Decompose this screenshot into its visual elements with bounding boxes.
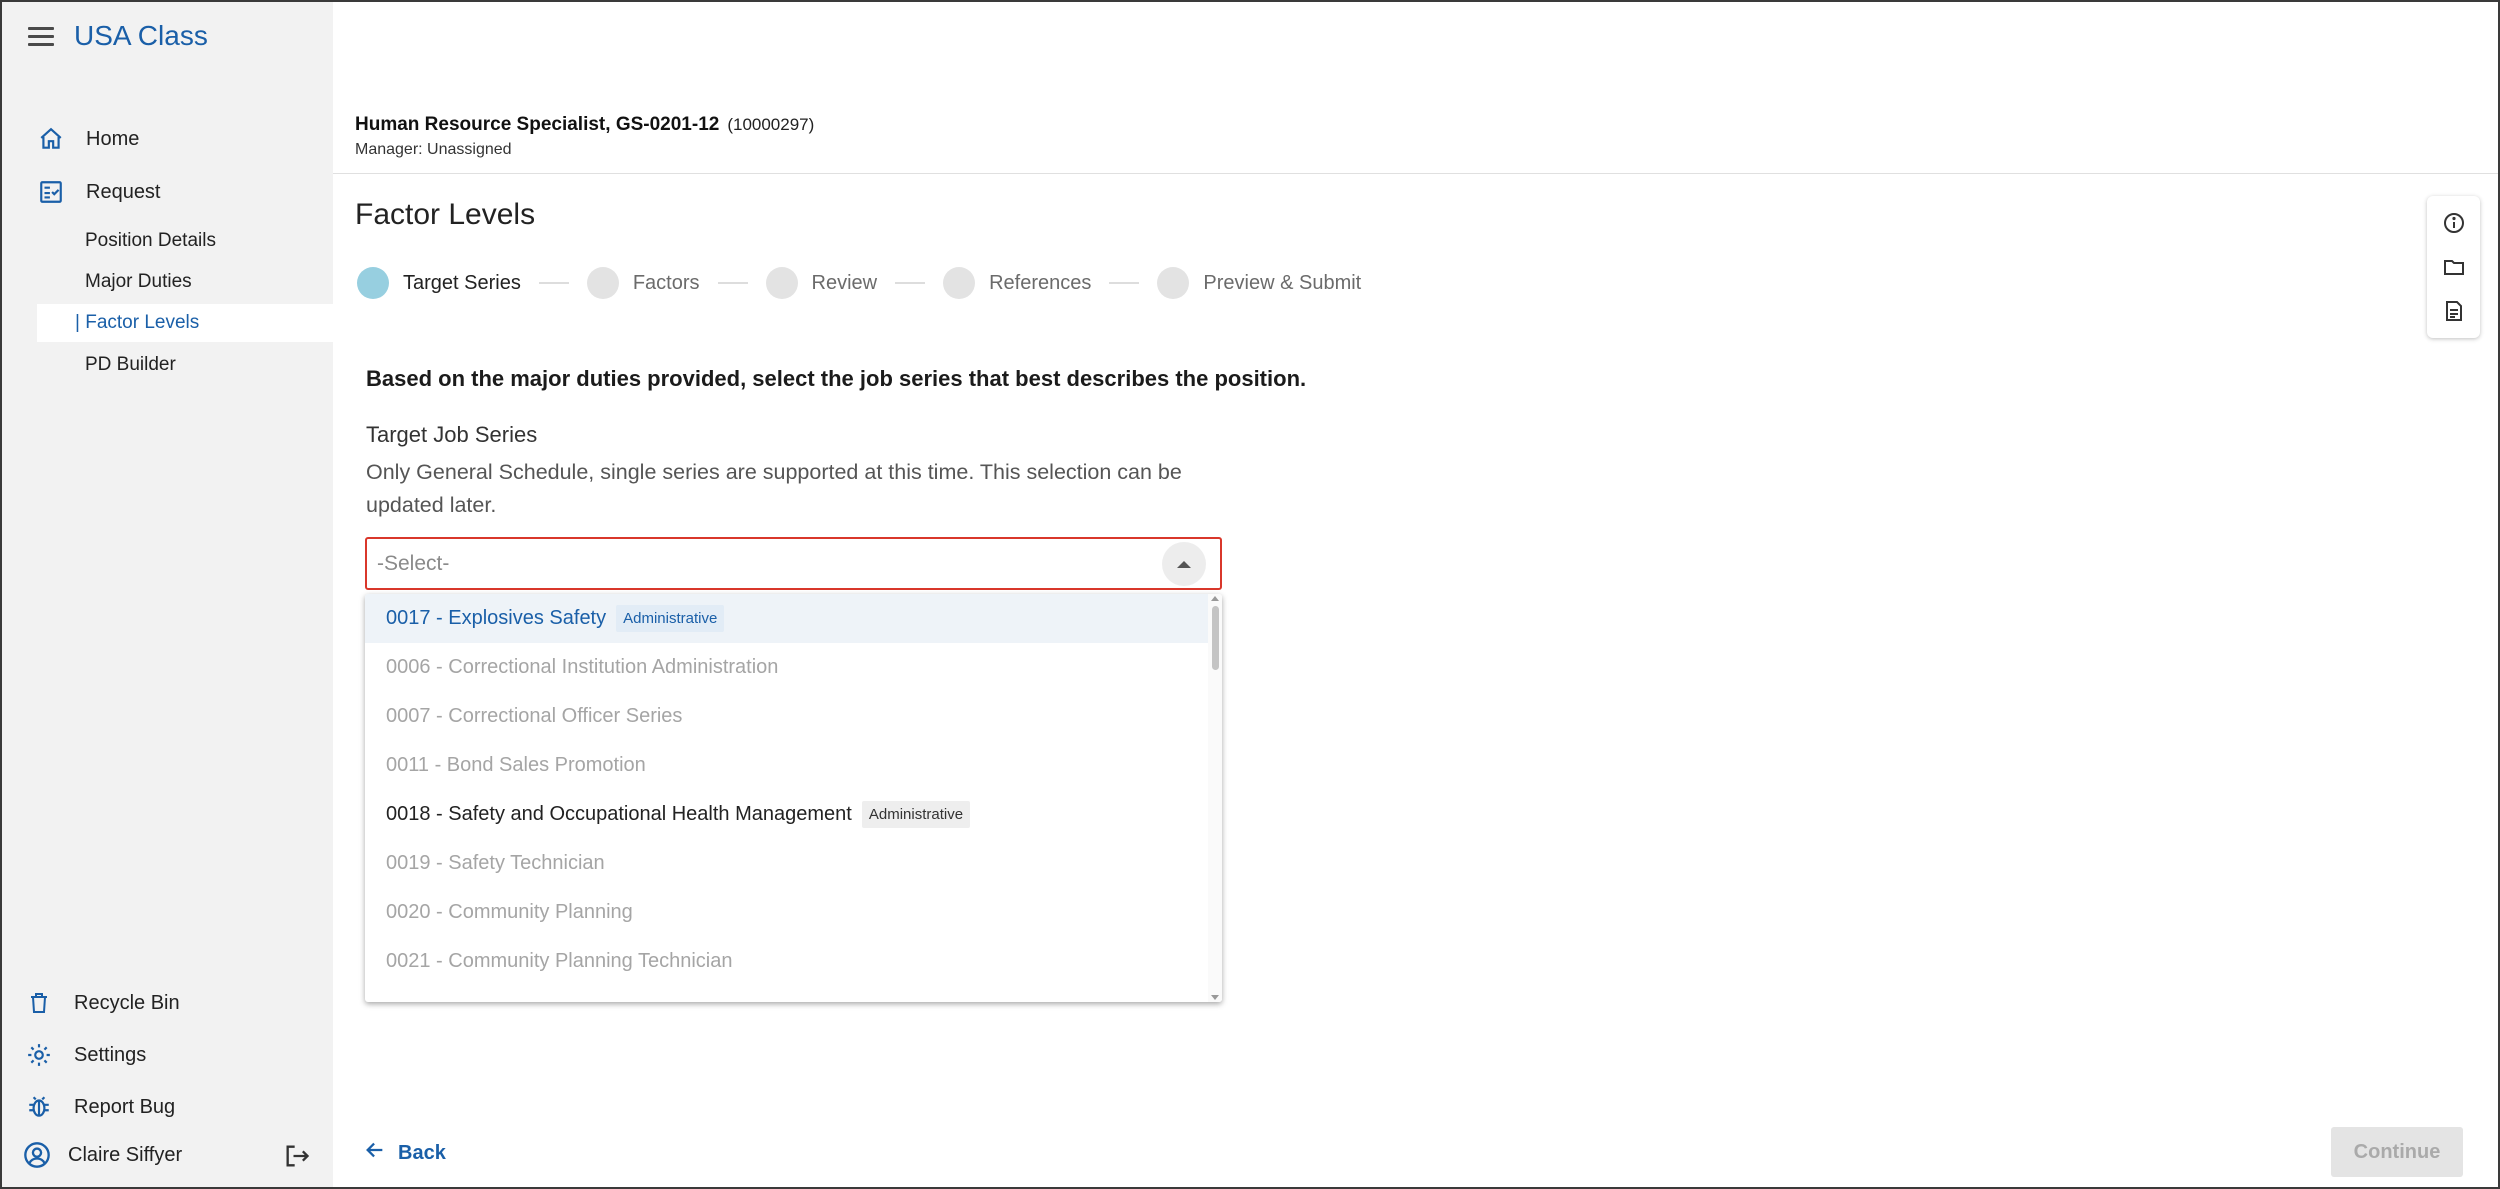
scroll-down-arrow[interactable]	[1211, 995, 1219, 1000]
sidebar-subitem-factor-levels[interactable]: | Factor Levels	[37, 304, 333, 342]
home-icon	[36, 124, 66, 154]
scrollbar-thumb[interactable]	[1212, 606, 1219, 670]
series-option[interactable]: 0018 - Safety and Occupational Health Ma…	[365, 790, 1208, 839]
scroll-up-arrow[interactable]	[1211, 596, 1219, 601]
sidebar-item-label: Home	[86, 127, 140, 150]
folder-icon[interactable]	[2441, 254, 2467, 280]
step-target-series[interactable]: Target Series	[357, 267, 521, 299]
step-label: Preview & Submit	[1203, 271, 1362, 294]
series-option-label: 0011 - Bond Sales Promotion	[386, 754, 646, 776]
step-references[interactable]: References	[943, 267, 1091, 299]
series-category-badge: Administrative	[861, 801, 971, 828]
step-label: Review	[811, 271, 878, 294]
sidebar-item-report-bug[interactable]: Report Bug	[24, 1092, 175, 1122]
step-review[interactable]: Review	[765, 267, 878, 299]
series-option-label: 0017 - Explosives Safety	[386, 607, 607, 629]
back-label: Back	[398, 1141, 446, 1164]
step-factors[interactable]: Factors	[586, 267, 700, 299]
step-indicator	[943, 267, 976, 299]
sidebar-item-label: Report Bug	[74, 1095, 176, 1118]
position-id: (10000297)	[727, 115, 815, 134]
instruction-text: Based on the major duties provided, sele…	[366, 366, 1307, 391]
dropdown-scrollbar[interactable]	[1208, 594, 1222, 1002]
sidebar-subitem-label: | Factor Levels	[75, 312, 200, 333]
target-job-series-label: Target Job Series	[366, 422, 538, 447]
series-option-label: 0020 - Community Planning	[386, 901, 633, 923]
target-job-series-help: Only General Schedule, single series are…	[366, 460, 1182, 517]
sidebar-item-home[interactable]: Home	[36, 124, 139, 154]
series-option: 0019 - Safety Technician	[365, 839, 1208, 888]
step-connector	[1109, 282, 1140, 284]
sidebar-item-recycle-bin[interactable]: Recycle Bin	[24, 988, 180, 1018]
step-indicator	[357, 267, 389, 299]
sidebar-item-label: Settings	[74, 1043, 147, 1066]
series-option-label: 0021 - Community Planning Technician	[386, 950, 733, 972]
stepper: Target Series Factors Review References …	[357, 267, 1361, 299]
target-job-series-select[interactable]: -Select-	[365, 537, 1222, 590]
step-indicator	[1157, 267, 1190, 299]
step-indicator	[586, 267, 619, 299]
menu-icon[interactable]	[28, 22, 56, 50]
user-profile[interactable]: Claire Siffyer	[22, 1140, 182, 1170]
series-option: 0006 - Correctional Institution Administ…	[365, 643, 1208, 692]
logout-icon[interactable]	[283, 1142, 311, 1170]
trash-icon	[24, 988, 54, 1018]
series-option-label: 0018 - Safety and Occupational Health Ma…	[386, 803, 852, 825]
series-option: 0020 - Community Planning	[365, 888, 1208, 937]
series-category-badge: Administrative	[616, 605, 725, 632]
select-placeholder: -Select-	[377, 552, 450, 575]
series-dropdown-list: 0017 - Explosives Safety Administrative 0…	[365, 594, 1222, 1002]
sidebar-subitem-position-details[interactable]: Position Details	[85, 230, 216, 252]
series-option: 0011 - Bond Sales Promotion	[365, 741, 1208, 790]
position-title-text: Human Resource Specialist, GS-0201-12	[355, 114, 720, 135]
request-icon	[36, 177, 66, 207]
series-option-label: 0007 - Correctional Officer Series	[386, 705, 683, 727]
step-connector	[717, 282, 748, 284]
series-option: 0007 - Correctional Officer Series	[365, 692, 1208, 741]
sidebar-item-label: Recycle Bin	[74, 991, 180, 1014]
step-connector	[895, 282, 926, 284]
user-name: Claire Siffyer	[68, 1143, 183, 1166]
arrow-left-icon	[364, 1139, 386, 1167]
series-option[interactable]: 0017 - Explosives Safety Administrative	[365, 594, 1208, 643]
app-frame: USA Class Home Request Position Details …	[0, 0, 2500, 1189]
sidebar-subitem-major-duties[interactable]: Major Duties	[85, 271, 192, 293]
bug-icon	[24, 1092, 54, 1122]
sidebar-item-settings[interactable]: Settings	[24, 1040, 146, 1070]
step-indicator	[765, 267, 798, 299]
step-connector	[538, 282, 569, 284]
series-option: 0021 - Community Planning Technician	[365, 937, 1208, 986]
chevron-up-icon[interactable]	[1162, 542, 1206, 586]
step-preview-submit[interactable]: Preview & Submit	[1157, 267, 1361, 299]
sidebar-item-label: Request	[86, 180, 161, 203]
series-option-label: 0019 - Safety Technician	[386, 852, 605, 874]
info-icon[interactable]	[2441, 210, 2467, 236]
position-header: Human Resource Specialist, GS-0201-12 (10…	[333, 2, 2498, 174]
user-avatar-icon	[22, 1140, 52, 1170]
series-option-label: 0006 - Correctional Institution Administ…	[386, 656, 779, 678]
step-label: Factors	[632, 271, 700, 294]
document-icon[interactable]	[2441, 298, 2467, 324]
app-title: USA Class	[74, 20, 208, 51]
brand: USA Class	[28, 20, 208, 52]
step-label: Target Series	[403, 271, 521, 294]
side-tools-panel	[2427, 196, 2480, 338]
sidebar-subitem-pd-builder[interactable]: PD Builder	[85, 354, 176, 376]
position-title: Human Resource Specialist, GS-0201-12 (10…	[355, 114, 814, 136]
sidebar-item-request[interactable]: Request	[36, 177, 161, 207]
back-button[interactable]: Back	[364, 1139, 446, 1167]
position-manager: Manager: Unassigned	[355, 141, 512, 158]
gear-icon	[24, 1040, 54, 1070]
page-title: Factor Levels	[355, 198, 536, 231]
sidebar: USA Class Home Request Position Details …	[2, 2, 333, 1187]
step-label: References	[989, 271, 1092, 294]
continue-button[interactable]: Continue	[2331, 1127, 2463, 1177]
